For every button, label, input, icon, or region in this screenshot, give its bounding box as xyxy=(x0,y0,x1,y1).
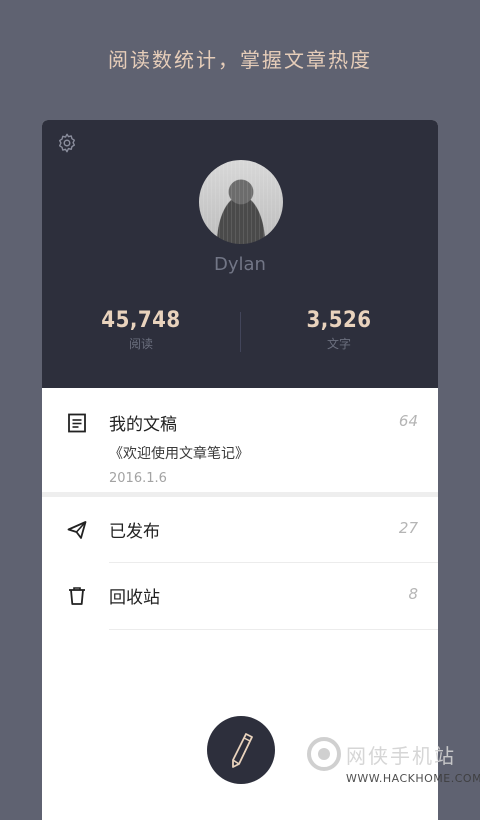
menu-item-drafts-label: 我的文稿 xyxy=(109,415,177,435)
watermark: 网侠手机站 WWW.HACKHOME.COM xyxy=(306,732,480,796)
menu-item-drafts-count: 64 xyxy=(398,412,418,430)
watermark-logo-icon xyxy=(307,737,341,771)
paper-plane-icon xyxy=(67,521,87,539)
latest-draft-title[interactable]: 《欢迎使用文章笔记》 xyxy=(109,443,249,463)
profile-header: Dylan 45,748 阅读 3,526 文字 xyxy=(42,120,438,388)
watermark-en-text: WWW.HACKHOME.COM xyxy=(346,772,480,785)
stat-reads-label: 阅读 xyxy=(128,337,153,351)
stat-words-label: 文字 xyxy=(326,337,351,351)
avatar[interactable] xyxy=(199,160,283,244)
menu-item-trash[interactable]: 回收站 8 xyxy=(42,563,438,630)
watermark-cn-text: 网侠手机站 xyxy=(346,744,456,768)
settings-gear-icon[interactable] xyxy=(56,132,78,154)
pen-icon xyxy=(232,733,253,768)
menu-item-trash-label: 回收站 xyxy=(109,588,160,608)
trash-icon xyxy=(69,587,85,605)
menu-item-published[interactable]: 已发布 27 xyxy=(42,497,438,563)
stat-words: 3,526 文字 xyxy=(240,308,438,352)
profile-card: Dylan 45,748 阅读 3,526 文字 我的文稿 64 《欢迎使用文章… xyxy=(42,120,438,820)
compose-button[interactable] xyxy=(207,716,275,784)
document-icon xyxy=(68,413,86,433)
stat-reads-value: 45,748 xyxy=(101,308,181,333)
menu-item-published-count: 27 xyxy=(398,519,418,537)
latest-draft-date: 2016.1.6 xyxy=(109,471,167,486)
row-separator xyxy=(109,629,438,630)
stat-reads: 45,748 阅读 xyxy=(42,308,240,352)
menu-item-published-label: 已发布 xyxy=(109,522,160,542)
stat-words-value: 3,526 xyxy=(306,308,372,333)
menu-item-drafts[interactable]: 我的文稿 64 《欢迎使用文章笔记》 2016.1.6 xyxy=(42,388,438,492)
promo-headline: 阅读数统计，掌握文章热度 xyxy=(108,48,372,72)
username: Dylan xyxy=(214,254,266,275)
menu-item-trash-count: 8 xyxy=(408,585,418,603)
